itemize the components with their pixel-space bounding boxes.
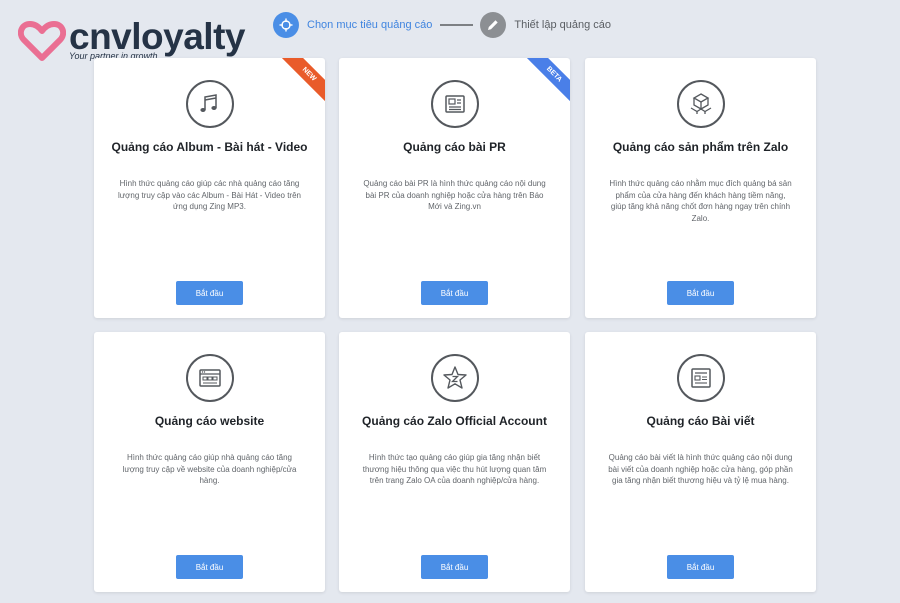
card-description: Hình thức tạo quảng cáo giúp gia tăng nh… [362, 453, 547, 485]
step-choose-objective[interactable]: Chọn mục tiêu quảng cáo [273, 12, 432, 38]
website-icon [186, 354, 234, 402]
card-title: Quảng cáo bài PR [403, 140, 506, 154]
start-button[interactable]: Bắt đầu [421, 281, 488, 305]
card-title: Quảng cáo website [154, 414, 265, 428]
card-zalo-product: Quảng cáo sản phẩm trên Zalo Hình thức q… [585, 58, 816, 318]
card-title: Quảng cáo Album - Bài hát - Video [111, 140, 308, 154]
card-album-song-video: NEW Quảng cáo Album - Bài hát - Video Hì… [94, 58, 325, 318]
pencil-icon [480, 12, 507, 38]
step-label: Chọn mục tiêu quảng cáo [307, 19, 433, 31]
card-description: Hình thức quảng cáo nhằm mục đích quảng … [609, 179, 792, 223]
star-z-icon [431, 354, 479, 402]
newspaper-icon [431, 80, 479, 128]
beta-badge: BETA [524, 58, 570, 104]
start-button[interactable]: Bắt đầu [667, 281, 734, 305]
card-website: Quảng cáo website Hình thức quảng cáo gi… [94, 332, 325, 592]
step-label: Thiết lập quảng cáo [514, 19, 612, 31]
step-connector [440, 24, 474, 26]
card-description: Hình thức quảng cáo giúp nhà quảng cáo t… [122, 453, 297, 485]
progress-stepper: Chọn mục tiêu quảng cáo Thiết lập quảng … [273, 11, 611, 39]
heart-icon [18, 21, 66, 61]
brand-logo[interactable]: cnvloyalty Your partner in growth [18, 16, 245, 63]
step-setup-ad[interactable]: Thiết lập quảng cáo [480, 12, 611, 38]
card-zalo-oa: Quảng cáo Zalo Official Account Hình thứ… [339, 332, 570, 592]
new-badge: NEW [279, 58, 325, 104]
card-description: Quảng cáo bài PR là hình thức quảng cáo … [363, 179, 546, 211]
card-article: Quảng cáo Bài viết Quảng cáo bài viết là… [585, 332, 816, 592]
music-note-icon [186, 80, 234, 128]
card-title: Quảng cáo Bài viết [646, 414, 755, 428]
card-description: Hình thức quảng cáo giúp các nhà quảng c… [118, 179, 301, 211]
card-title: Quảng cáo Zalo Official Account [362, 414, 547, 428]
start-button[interactable]: Bắt đầu [176, 555, 243, 579]
crosshair-icon [273, 12, 299, 38]
card-title: Quảng cáo sản phẩm trên Zalo [612, 140, 789, 154]
start-button[interactable]: Bắt đầu [176, 281, 243, 305]
article-icon [677, 354, 725, 402]
card-description: Quảng cáo bài viết là hình thức quảng cá… [608, 453, 793, 485]
start-button[interactable]: Bắt đầu [421, 555, 488, 579]
start-button[interactable]: Bắt đầu [667, 555, 734, 579]
product-boxes-icon [677, 80, 725, 128]
card-pr-article: BETA Quảng cáo bài PR Quảng cáo bài PR l… [339, 58, 570, 318]
